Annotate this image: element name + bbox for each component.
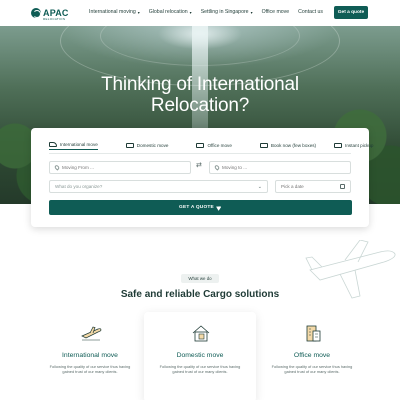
brand-logo[interactable]: APAC RELOCATION [31, 6, 69, 21]
submit-label: GET A QUOTE [179, 205, 214, 210]
moving-to-field[interactable] [209, 161, 351, 174]
box-icon [259, 142, 268, 148]
location-pin-icon [53, 164, 61, 171]
menu-label: Contact us [298, 9, 323, 15]
menu-label: Settling in Singapore [200, 9, 249, 15]
swap-arrows-icon[interactable]: ⇄ [196, 161, 202, 169]
tab-label: Instant pickup [345, 142, 374, 148]
tab-label: Book now (few boxes) [270, 142, 317, 148]
moving-from-input[interactable] [62, 165, 190, 170]
send-plane-icon [216, 204, 223, 211]
menu-label: International moving [89, 9, 136, 15]
hero-title: Thinking of International Relocation? [0, 74, 400, 116]
brand-tagline: RELOCATION [43, 17, 66, 21]
menu-item-international-moving[interactable]: International moving ▾ [89, 9, 140, 15]
service-title: International move [62, 352, 118, 359]
tab-label: International move [60, 142, 98, 147]
airplane-icon [81, 326, 102, 341]
select-placeholder: What do you organize? [55, 184, 103, 189]
get-quote-button[interactable]: Get a quote [334, 6, 368, 19]
service-title: Domestic move [176, 352, 224, 359]
service-card-domestic-move[interactable]: Domestic move Following the quality of o… [144, 312, 256, 400]
tab-book-now[interactable]: Book now (few boxes) [259, 140, 317, 150]
menu-item-office-move[interactable]: Office move [262, 9, 290, 15]
moving-to-input[interactable] [222, 165, 350, 170]
menu-item-global-relocation[interactable]: Global relocation ▾ [149, 9, 192, 15]
tab-label: Domestic move [136, 142, 169, 148]
main-menu: International moving ▾ Global relocation ▾… [89, 9, 332, 15]
chevron-down-icon: ⌄ [257, 183, 262, 190]
location-pin-icon [213, 164, 221, 171]
service-description: Following the quality of our service thu… [271, 364, 353, 375]
calendar-icon [340, 184, 345, 189]
what-to-organize-select[interactable]: What do you organize? ⌄ [49, 180, 268, 193]
menu-item-contact-us[interactable]: Contact us [298, 9, 323, 15]
house-icon [192, 325, 210, 342]
section-badge: What we do [181, 274, 219, 283]
get-a-quote-submit-button[interactable]: GET A QUOTE [49, 200, 352, 215]
chevron-down-icon: ▾ [189, 9, 192, 15]
logo-globe-icon [31, 8, 41, 18]
menu-label: Global relocation [148, 9, 188, 15]
top-navigation: APAC RELOCATION International moving ▾ Gl… [0, 0, 400, 26]
chevron-down-icon: ▾ [250, 9, 253, 15]
services-section-title: Safe and reliable Cargo solutions [120, 289, 280, 300]
move-type-tabs: International move Domestic move Office … [49, 140, 373, 150]
hero-title-line-2: Relocation? [150, 95, 250, 116]
service-card-office-move[interactable]: Office move Following the quality of our… [256, 312, 368, 400]
hero-title-line-1: Thinking of International [101, 74, 299, 95]
tabs-divider [49, 153, 351, 154]
truck-icon [125, 142, 134, 148]
quote-booking-card: International move Domestic move Office … [31, 128, 373, 227]
tab-domestic-move[interactable]: Domestic move [125, 140, 169, 150]
tab-instant-pickup[interactable]: Instant pickup [334, 140, 373, 150]
plane-icon [49, 142, 57, 147]
menu-item-settling-in-singapore[interactable]: Settling in Singapore ▾ [201, 9, 253, 15]
service-card-international-move[interactable]: International move Following the quality… [34, 312, 146, 400]
office-building-icon [306, 325, 321, 342]
service-description: Following the quality of our service thu… [49, 364, 131, 375]
chevron-down-icon: ▾ [137, 9, 140, 15]
moving-from-field[interactable] [49, 161, 191, 174]
tab-international-move[interactable]: International move [49, 140, 98, 150]
office-icon [196, 142, 205, 148]
tab-label: Office move [207, 142, 232, 148]
service-description: Following the quality of our service thu… [159, 364, 241, 375]
tab-office-move[interactable]: Office move [196, 140, 232, 150]
van-icon [334, 142, 343, 148]
service-title: Office move [293, 352, 331, 359]
menu-label: Office move [261, 9, 290, 15]
date-picker-field[interactable] [275, 180, 351, 193]
